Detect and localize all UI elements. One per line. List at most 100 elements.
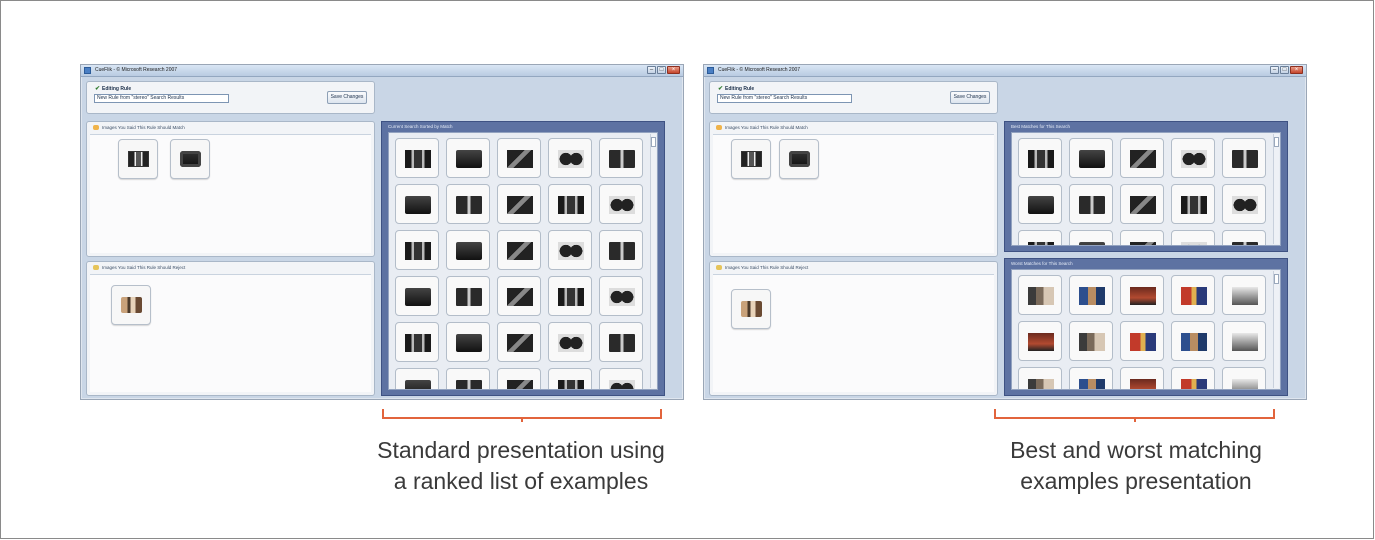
- match-example-thumbnail[interactable]: [779, 139, 819, 179]
- result-thumbnail[interactable]: [1120, 275, 1164, 315]
- result-thumbnail[interactable]: [395, 322, 439, 362]
- result-thumbnail[interactable]: [1222, 138, 1266, 178]
- result-image: [1079, 196, 1105, 214]
- result-thumbnail[interactable]: [548, 322, 592, 362]
- maximize-button[interactable]: □: [657, 66, 666, 74]
- result-thumbnail[interactable]: [1069, 321, 1113, 361]
- match-example-thumbnail[interactable]: [731, 139, 771, 179]
- result-thumbnail[interactable]: [1018, 367, 1062, 389]
- reject-example-thumbnail[interactable]: [111, 285, 151, 325]
- scrollbar-thumb[interactable]: [1274, 137, 1279, 147]
- result-image: [405, 150, 431, 168]
- result-thumbnail[interactable]: [1018, 230, 1062, 245]
- result-thumbnail[interactable]: [1120, 367, 1164, 389]
- result-thumbnail[interactable]: [1171, 230, 1215, 245]
- result-thumbnail[interactable]: [548, 138, 592, 178]
- result-thumbnail[interactable]: [599, 368, 643, 389]
- result-thumbnail[interactable]: [497, 276, 541, 316]
- result-thumbnail[interactable]: [1171, 367, 1215, 389]
- worst-matches-list[interactable]: [1011, 269, 1281, 390]
- match-examples-area[interactable]: [90, 134, 371, 253]
- result-thumbnail[interactable]: [446, 184, 490, 224]
- worst-matches-header: Worst Matches for This Search: [1011, 261, 1073, 266]
- result-thumbnail[interactable]: [395, 184, 439, 224]
- ranked-results-list[interactable]: [388, 132, 658, 390]
- result-thumbnail[interactable]: [1018, 321, 1062, 361]
- result-thumbnail[interactable]: [1018, 184, 1062, 224]
- result-thumbnail[interactable]: [497, 368, 541, 389]
- result-thumbnail[interactable]: [395, 230, 439, 270]
- match-example-thumbnail[interactable]: [170, 139, 210, 179]
- result-image: [456, 150, 482, 168]
- scrollbar-thumb[interactable]: [651, 137, 656, 147]
- result-thumbnail[interactable]: [1222, 321, 1266, 361]
- minimize-button[interactable]: –: [1270, 66, 1279, 74]
- result-thumbnail[interactable]: [1171, 184, 1215, 224]
- result-thumbnail[interactable]: [1069, 367, 1113, 389]
- scrollbar-thumb[interactable]: [1274, 274, 1279, 284]
- result-thumbnail[interactable]: [599, 230, 643, 270]
- result-thumbnail[interactable]: [395, 276, 439, 316]
- minimize-button[interactable]: –: [647, 66, 656, 74]
- result-thumbnail[interactable]: [1222, 367, 1266, 389]
- result-thumbnail[interactable]: [1069, 275, 1113, 315]
- result-thumbnail[interactable]: [497, 230, 541, 270]
- result-thumbnail[interactable]: [599, 184, 643, 224]
- result-thumbnail[interactable]: [395, 138, 439, 178]
- result-thumbnail[interactable]: [548, 184, 592, 224]
- result-thumbnail[interactable]: [1171, 275, 1215, 315]
- reject-example-thumbnail[interactable]: [731, 289, 771, 329]
- vertical-scrollbar[interactable]: [650, 134, 656, 388]
- result-thumbnail[interactable]: [446, 368, 490, 389]
- reject-examples-area[interactable]: [90, 274, 371, 392]
- result-thumbnail[interactable]: [446, 276, 490, 316]
- result-thumbnail[interactable]: [1171, 138, 1215, 178]
- result-thumbnail[interactable]: [1120, 230, 1164, 245]
- match-example-thumbnail[interactable]: [118, 139, 158, 179]
- result-image: [1130, 196, 1156, 214]
- result-thumbnail[interactable]: [1120, 184, 1164, 224]
- vertical-scrollbar[interactable]: [1273, 134, 1279, 244]
- editing-rule-heading: ✔ Editing Rule: [718, 85, 754, 92]
- best-matches-list[interactable]: [1011, 132, 1281, 246]
- result-thumbnail[interactable]: [1069, 138, 1113, 178]
- close-button[interactable]: ×: [667, 66, 680, 74]
- result-thumbnail[interactable]: [1018, 138, 1062, 178]
- result-thumbnail[interactable]: [1069, 230, 1113, 245]
- best-worst-presentation-caption: Best and worst matching examples present…: [951, 435, 1321, 497]
- rule-name-input[interactable]: New Rule from "stereo" Search Results: [94, 94, 229, 103]
- result-thumbnail[interactable]: [599, 138, 643, 178]
- reject-examples-area[interactable]: [713, 274, 994, 392]
- save-changes-button[interactable]: Save Changes: [327, 91, 367, 104]
- worst-matches-panel: Worst Matches for This Search: [1004, 258, 1288, 396]
- result-thumbnail[interactable]: [1171, 321, 1215, 361]
- result-thumbnail[interactable]: [1120, 138, 1164, 178]
- save-changes-button[interactable]: Save Changes: [950, 91, 990, 104]
- result-thumbnail[interactable]: [548, 368, 592, 389]
- result-thumbnail[interactable]: [497, 322, 541, 362]
- result-thumbnail[interactable]: [1069, 184, 1113, 224]
- vertical-scrollbar[interactable]: [1273, 271, 1279, 388]
- result-thumbnail[interactable]: [548, 276, 592, 316]
- result-thumbnail[interactable]: [548, 230, 592, 270]
- result-thumbnail[interactable]: [1222, 275, 1266, 315]
- result-thumbnail[interactable]: [497, 138, 541, 178]
- result-thumbnail[interactable]: [497, 184, 541, 224]
- result-thumbnail[interactable]: [446, 138, 490, 178]
- result-thumbnail[interactable]: [599, 276, 643, 316]
- result-thumbnail[interactable]: [1120, 321, 1164, 361]
- result-thumbnail[interactable]: [1222, 184, 1266, 224]
- result-image: [1079, 287, 1105, 305]
- result-thumbnail[interactable]: [599, 322, 643, 362]
- rule-name-input[interactable]: New Rule from "stereo" Search Results: [717, 94, 852, 103]
- window-controls: – □ ×: [647, 66, 680, 75]
- result-image: [1079, 379, 1105, 389]
- result-thumbnail[interactable]: [446, 230, 490, 270]
- result-thumbnail[interactable]: [446, 322, 490, 362]
- close-button[interactable]: ×: [1290, 66, 1303, 74]
- match-examples-area[interactable]: [713, 134, 994, 253]
- result-thumbnail[interactable]: [1222, 230, 1266, 245]
- result-thumbnail[interactable]: [395, 368, 439, 389]
- result-thumbnail[interactable]: [1018, 275, 1062, 315]
- maximize-button[interactable]: □: [1280, 66, 1289, 74]
